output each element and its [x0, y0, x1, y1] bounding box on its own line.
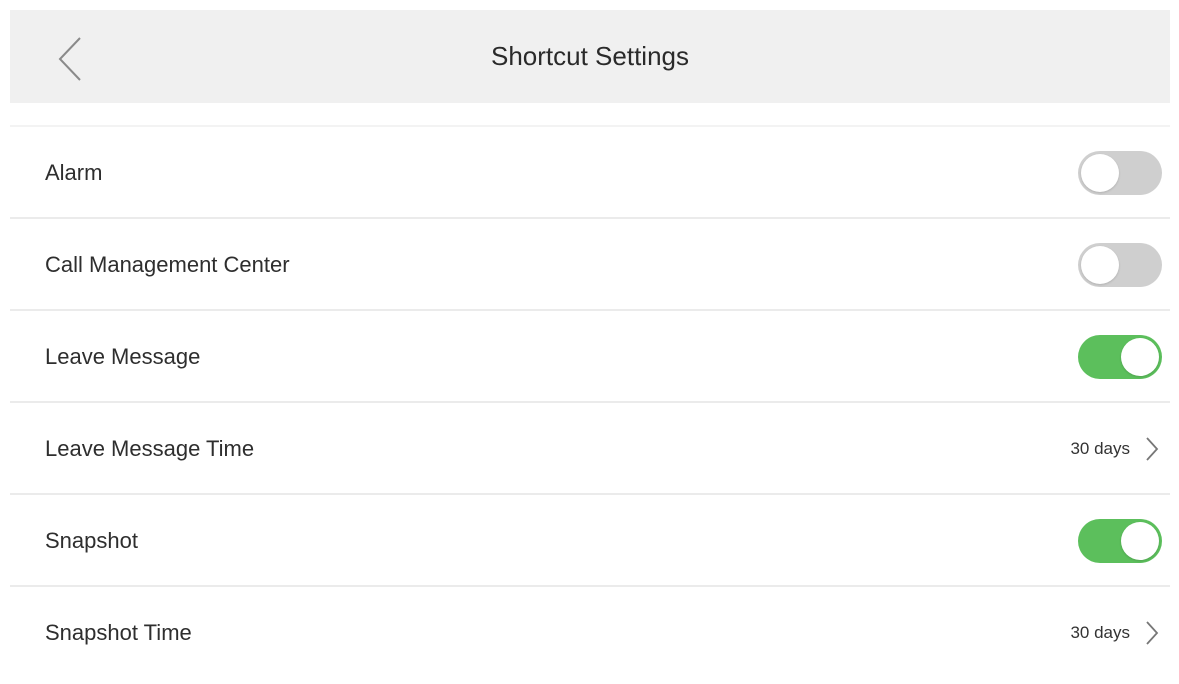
setting-label: Call Management Center	[45, 252, 290, 277]
snapshot-toggle[interactable]	[1078, 519, 1162, 563]
setting-value: 30 days	[1070, 439, 1130, 458]
section-spacer	[10, 103, 1170, 127]
chevron-left-icon	[50, 34, 90, 84]
leave-message-toggle[interactable]	[1078, 335, 1162, 379]
leave-message-time-select[interactable]: 30 days	[1070, 403, 1160, 495]
setting-label: Snapshot Time	[45, 620, 192, 645]
settings-list: Alarm Call Management Center Leave Messa…	[10, 127, 1170, 679]
setting-row-leave-message: Leave Message	[10, 311, 1170, 403]
setting-row-snapshot: Snapshot	[10, 495, 1170, 587]
call-management-center-toggle[interactable]	[1078, 243, 1162, 287]
header-bar: Shortcut Settings	[10, 10, 1170, 103]
setting-value: 30 days	[1070, 623, 1130, 642]
setting-row-leave-message-time[interactable]: Leave Message Time 30 days	[10, 403, 1170, 495]
toggle-knob	[1081, 154, 1119, 192]
setting-row-call-management-center: Call Management Center	[10, 219, 1170, 311]
back-button[interactable]	[50, 34, 90, 84]
setting-label: Alarm	[45, 160, 103, 185]
setting-label: Snapshot	[45, 528, 138, 553]
setting-row-snapshot-time[interactable]: Snapshot Time 30 days	[10, 587, 1170, 679]
setting-row-alarm: Alarm	[10, 127, 1170, 219]
setting-label: Leave Message	[45, 344, 201, 369]
toggle-knob	[1081, 246, 1119, 284]
snapshot-time-select[interactable]: 30 days	[1070, 587, 1160, 679]
toggle-knob	[1121, 522, 1159, 560]
page-title: Shortcut Settings	[491, 41, 689, 71]
chevron-right-icon	[1144, 435, 1160, 463]
shortcut-settings-screen: Shortcut Settings Alarm Call Management …	[0, 0, 1179, 684]
chevron-right-icon	[1144, 619, 1160, 647]
setting-label: Leave Message Time	[45, 436, 255, 461]
alarm-toggle[interactable]	[1078, 151, 1162, 195]
toggle-knob	[1121, 338, 1159, 376]
